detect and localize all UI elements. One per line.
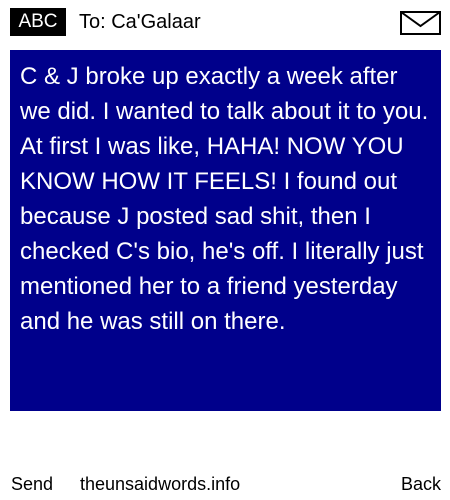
- recipient-line: To: Ca'Galaar: [79, 11, 201, 33]
- site-label: theunsaidwords.info: [80, 474, 241, 494]
- message-body[interactable]: C & J broke up exactly a week after we d…: [10, 50, 441, 411]
- input-mode-badge[interactable]: ABC: [10, 8, 66, 36]
- header: ABC To: Ca'Galaar: [10, 8, 441, 36]
- message-screen: ABC To: Ca'Galaar C & J broke up exactly…: [0, 0, 450, 500]
- back-button[interactable]: Back: [401, 472, 441, 496]
- envelope-icon: [400, 11, 441, 35]
- send-button[interactable]: Send: [11, 472, 53, 496]
- softkey-bar: Send theunsaidwords.info Back: [0, 472, 450, 496]
